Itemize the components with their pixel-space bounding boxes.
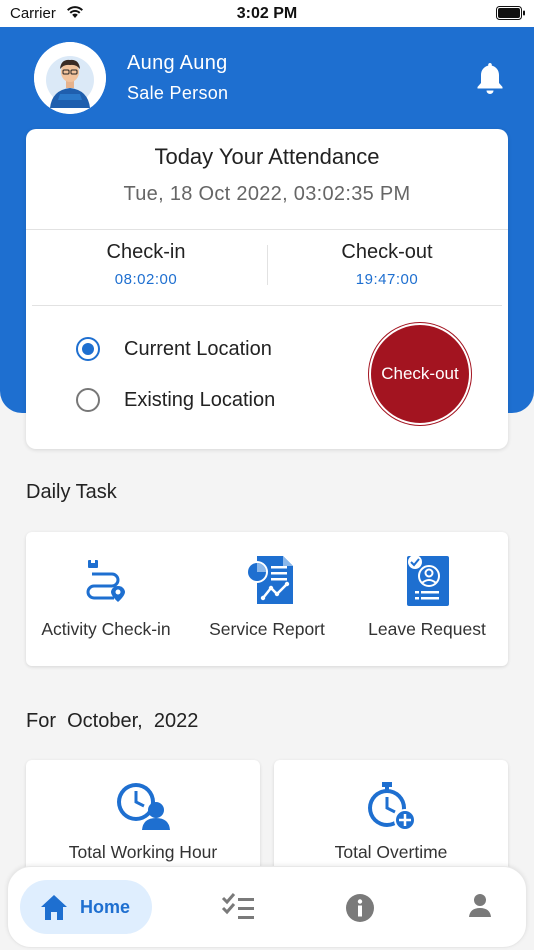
nav-home-tab[interactable]: Home bbox=[20, 880, 152, 934]
bottom-navigation: Home bbox=[7, 866, 527, 948]
month-title: For October, 2022 bbox=[26, 710, 198, 733]
total-overtime-label: Total Overtime bbox=[334, 842, 448, 862]
clock-label: 3:02 PM bbox=[236, 5, 298, 22]
existing-location-label: Existing Location bbox=[124, 388, 276, 411]
activity-check-in-label: Activity Check-in bbox=[41, 619, 171, 639]
month-name: October, bbox=[67, 710, 143, 732]
daily-task-title: Daily Task bbox=[26, 481, 117, 503]
working-hour-icon bbox=[117, 783, 170, 830]
service-report-button[interactable]: Service Report bbox=[187, 532, 347, 666]
radio-selected[interactable] bbox=[76, 337, 100, 361]
check-out-label: Check-out bbox=[341, 241, 433, 263]
profile-icon[interactable] bbox=[468, 893, 492, 919]
overtime-icon bbox=[368, 782, 416, 831]
notification-bell-icon[interactable] bbox=[474, 60, 506, 96]
current-location-option[interactable]: Current Location bbox=[76, 334, 272, 364]
leave-request-icon bbox=[407, 555, 449, 606]
attendance-card: Today Your Attendance Tue, 18 Oct 2022, … bbox=[26, 129, 508, 449]
user-role: Sale Person bbox=[127, 83, 229, 103]
service-report-icon bbox=[246, 556, 293, 604]
total-working-hour-label: Total Working Hour bbox=[68, 842, 218, 862]
existing-location-option[interactable]: Existing Location bbox=[76, 385, 275, 415]
leave-request-label: Leave Request bbox=[368, 619, 486, 639]
status-bar: Carrier 3:02 PM bbox=[0, 0, 534, 27]
current-location-label: Current Location bbox=[124, 337, 272, 360]
divider bbox=[26, 229, 508, 230]
check-in-label: Check-in bbox=[106, 241, 186, 263]
home-icon bbox=[41, 895, 67, 920]
vertical-divider bbox=[267, 245, 268, 285]
activity-check-in-button[interactable]: Activity Check-in bbox=[26, 532, 186, 666]
radio-unselected[interactable] bbox=[76, 388, 100, 412]
user-avatar-image bbox=[34, 42, 106, 114]
nav-home-label: Home bbox=[80, 896, 131, 917]
activity-checkin-icon bbox=[86, 560, 125, 602]
divider bbox=[32, 305, 502, 306]
daily-task-card: Activity Check-in Service Report Leave R… bbox=[26, 532, 508, 666]
info-icon[interactable] bbox=[345, 893, 375, 923]
check-out-button[interactable]: Check-out bbox=[369, 323, 471, 425]
tasks-icon[interactable] bbox=[221, 893, 255, 921]
attendance-title: Today Your Attendance bbox=[154, 144, 380, 169]
attendance-datetime: Tue, 18 Oct 2022, 03:02:35 PM bbox=[123, 183, 411, 205]
user-name: Aung Aung bbox=[127, 52, 228, 74]
month-prefix: For bbox=[26, 710, 56, 732]
check-out-time: 19:47:00 bbox=[355, 271, 419, 288]
battery-icon bbox=[496, 6, 525, 20]
avatar[interactable] bbox=[34, 42, 106, 114]
leave-request-button[interactable]: Leave Request bbox=[347, 532, 507, 666]
check-in-time: 08:02:00 bbox=[114, 271, 178, 288]
month-year: 2022 bbox=[153, 710, 199, 732]
service-report-label: Service Report bbox=[209, 619, 325, 639]
